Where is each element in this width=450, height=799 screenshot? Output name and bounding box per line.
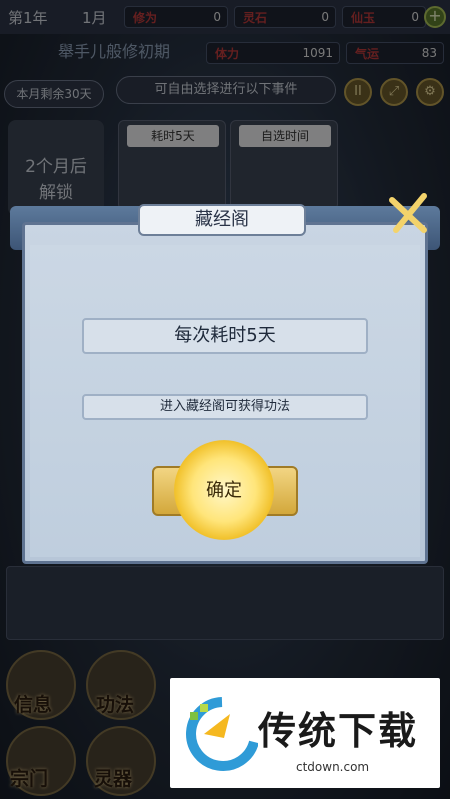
watermark-logo-icon <box>186 697 258 771</box>
watermark-name: 传统下载 <box>258 709 419 753</box>
confirm-label: 确定 <box>206 480 242 501</box>
dialog-title: 藏经阁 <box>138 204 306 236</box>
watermark-url: ctdown.com <box>296 760 370 774</box>
close-icon[interactable] <box>384 190 434 240</box>
time-cost-bar: 每次耗时5天 <box>82 318 368 354</box>
description-bar: 进入藏经阁可获得功法 <box>82 394 368 420</box>
